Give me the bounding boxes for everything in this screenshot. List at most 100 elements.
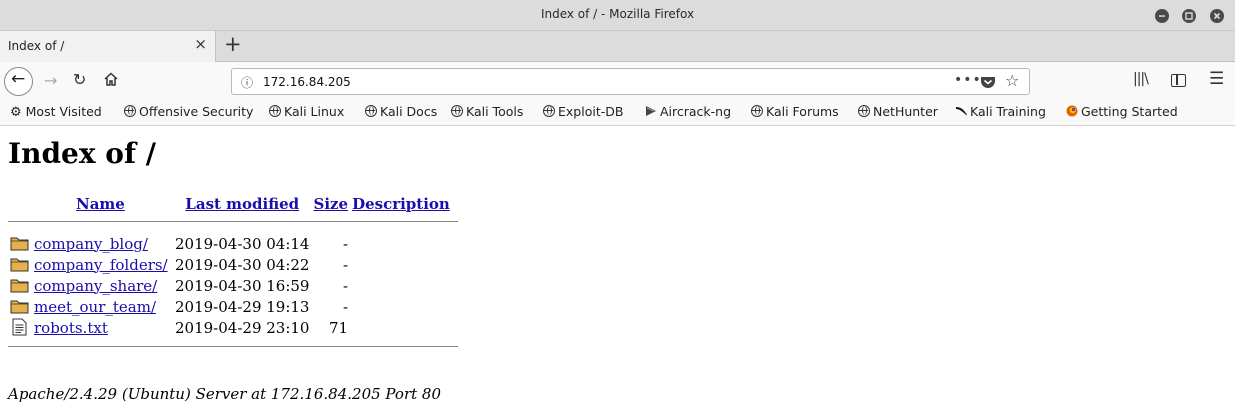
modified-cell: 2019-04-30 16:59 [175, 276, 310, 295]
back-button[interactable]: ← [4, 67, 33, 96]
description-column-header: Description [350, 193, 458, 215]
bookmark-kali-forums[interactable]: Kali Forums [751, 104, 839, 119]
globe-icon [543, 105, 555, 117]
forward-button[interactable]: → [44, 73, 57, 89]
folder-icon [10, 300, 29, 314]
table-row: company_folders/ 2019-04-30 04:22 - [8, 254, 458, 275]
sort-by-modified-link[interactable]: Last modified [185, 195, 299, 213]
entry-link[interactable]: company_share/ [34, 277, 157, 295]
table-row: robots.txt 2019-04-29 23:10 71 [8, 317, 458, 338]
text-file-icon [12, 318, 27, 336]
folder-icon [10, 237, 29, 251]
maximize-icon [1185, 12, 1193, 20]
entry-link[interactable]: robots.txt [34, 319, 108, 337]
bookmark-most-visited[interactable]: ⚙ Most Visited [10, 104, 102, 120]
table-row: company_blog/ 2019-04-30 04:14 - [8, 233, 458, 254]
bookmark-exploit-db[interactable]: Exploit-DB [543, 104, 623, 119]
sort-by-description-link[interactable]: Description [352, 195, 450, 213]
description-cell [350, 254, 458, 275]
page-title: Index of / [8, 137, 156, 170]
globe-icon [124, 105, 136, 117]
server-signature: Apache/2.4.29 (Ubuntu) Server at 172.16.… [8, 385, 442, 403]
info-icon[interactable]: ⓘ [241, 74, 253, 91]
tab-strip: Index of / × + [0, 31, 1235, 62]
entry-link[interactable]: company_folders/ [34, 256, 168, 274]
directory-listing-table: Name Last modified Size Description comp… [8, 193, 459, 348]
bookmarks-toolbar: ⚙ Most Visited Offensive Security Kali L… [0, 100, 1235, 126]
globe-icon [751, 105, 763, 117]
modified-cell: 2019-04-29 23:10 [175, 318, 310, 337]
size-cell: - [343, 234, 349, 253]
size-cell: - [343, 255, 349, 274]
home-icon [104, 72, 118, 86]
reload-button[interactable]: ↻ [73, 72, 86, 88]
separator-line [8, 221, 459, 223]
firefox-icon [1066, 105, 1078, 117]
bookmark-kali-linux[interactable]: Kali Linux [269, 104, 344, 119]
aircrack-icon [646, 106, 656, 116]
bookmark-offensive-security[interactable]: Offensive Security [124, 104, 253, 119]
menu-icon[interactable]: ☰ [1209, 71, 1224, 88]
modified-cell: 2019-04-30 04:22 [175, 255, 310, 274]
tab-label: Index of / [8, 39, 65, 53]
sidebar-icon[interactable] [1171, 74, 1186, 87]
kali-dragon-icon [956, 107, 967, 116]
minimize-icon [1159, 15, 1165, 17]
home-button[interactable] [103, 71, 119, 90]
description-cell [350, 275, 458, 296]
pocket-icon[interactable] [980, 74, 996, 93]
entry-link[interactable]: company_blog/ [34, 235, 148, 253]
bookmark-getting-started[interactable]: Getting Started [1066, 104, 1178, 119]
size-cell: - [343, 297, 349, 316]
modified-column-header: Last modified [173, 193, 311, 215]
sort-by-name-link[interactable]: Name [76, 195, 125, 213]
table-row: meet_our_team/ 2019-04-29 19:13 - [8, 296, 458, 317]
tab-close-icon[interactable]: × [194, 37, 207, 52]
maximize-button[interactable] [1182, 9, 1196, 23]
separator-line [8, 346, 459, 348]
bookmark-kali-tools[interactable]: Kali Tools [451, 104, 523, 119]
gear-icon: ⚙ [10, 105, 22, 120]
close-window-button[interactable] [1210, 9, 1224, 23]
globe-icon [365, 105, 377, 117]
page-actions-icon[interactable]: ••• [954, 72, 982, 88]
folder-icon [10, 279, 29, 293]
description-cell [350, 296, 458, 317]
tab-index[interactable]: Index of / × [0, 31, 216, 62]
url-bar[interactable]: ⓘ ••• ☆ [231, 68, 1030, 95]
modified-cell: 2019-04-29 19:13 [175, 297, 310, 316]
table-row: company_share/ 2019-04-30 16:59 - [8, 275, 458, 296]
minimize-button[interactable] [1155, 9, 1169, 23]
table-header-row: Name Last modified Size Description [8, 193, 458, 215]
separator-row [8, 338, 459, 348]
close-icon [1213, 12, 1221, 20]
description-cell [350, 233, 458, 254]
icon-column-header [8, 193, 32, 215]
name-column-header: Name [32, 193, 173, 215]
navigation-toolbar: ← → ↻ ⓘ ••• ☆ |||\ ☰ [0, 62, 1235, 100]
globe-icon [451, 105, 463, 117]
bookmark-kali-docs[interactable]: Kali Docs [365, 104, 437, 119]
bookmark-kali-training[interactable]: Kali Training [955, 104, 1046, 119]
library-icon[interactable]: |||\ [1133, 71, 1149, 87]
bookmark-aircrack-ng[interactable]: Aircrack-ng [645, 104, 731, 119]
entry-link[interactable]: meet_our_team/ [34, 298, 156, 316]
bookmark-star-icon[interactable]: ☆ [1005, 71, 1019, 90]
bookmark-nethunter[interactable]: NetHunter [858, 104, 938, 119]
modified-cell: 2019-04-30 04:14 [175, 234, 310, 253]
globe-icon [858, 105, 870, 117]
window-title: Index of / - Mozilla Firefox [540, 7, 695, 21]
globe-icon [269, 105, 281, 117]
separator-row [8, 215, 459, 233]
size-column-header: Size [311, 193, 350, 215]
window-titlebar: Index of / - Mozilla Firefox [0, 0, 1235, 31]
size-cell: - [343, 276, 349, 295]
url-input[interactable] [263, 73, 863, 91]
sort-by-size-link[interactable]: Size [313, 195, 348, 213]
description-cell [350, 317, 458, 338]
new-tab-button[interactable]: + [224, 34, 242, 55]
page-content: Index of / Name Last modified Size Descr… [0, 127, 1235, 416]
folder-icon [10, 258, 29, 272]
size-cell: 71 [328, 318, 349, 337]
back-arrow-icon: ← [11, 69, 26, 89]
